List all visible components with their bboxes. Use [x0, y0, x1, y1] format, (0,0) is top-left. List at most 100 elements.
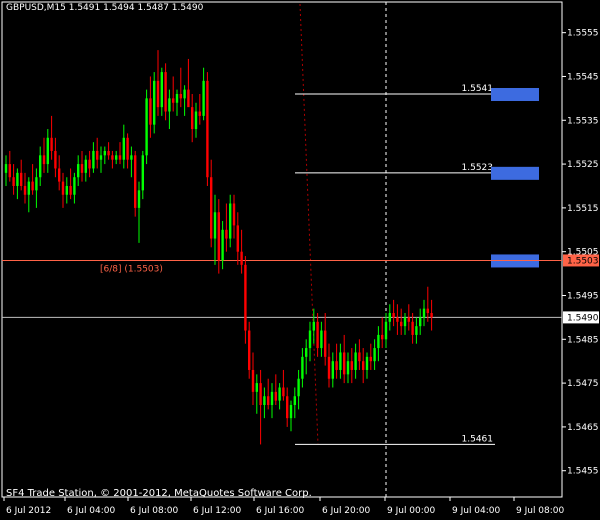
candle-body [8, 164, 11, 178]
candle-body [20, 172, 23, 186]
candle-body [396, 317, 399, 322]
x-tick-label: 9 Jul 04:00 [452, 506, 501, 516]
candle-body [50, 137, 53, 151]
candle-body [419, 317, 422, 327]
candle-body [164, 72, 167, 112]
y-tick-label: 1.5525 [567, 160, 599, 170]
candle-body [305, 348, 308, 357]
y-tick-label: 1.5545 [567, 72, 599, 82]
candle-body [111, 155, 114, 160]
candle-body [141, 155, 144, 191]
candle-body [388, 313, 391, 322]
candle-body [73, 177, 76, 195]
candle-body [137, 190, 141, 208]
candle-body [229, 203, 232, 239]
candle-body [263, 396, 266, 406]
y-tick-label: 1.5465 [567, 423, 599, 433]
candle-body [39, 155, 42, 178]
candle-body [259, 383, 262, 406]
candle-body [267, 396, 270, 406]
y-tick-label: 1.5515 [567, 204, 599, 214]
candle-body [172, 98, 175, 103]
candle-body [232, 203, 236, 226]
price-chart[interactable]: 1.5541 1.5523 1.5461 [6/8] (1.5503) 1.5555 1… [0, 0, 600, 520]
candle-body [31, 181, 34, 191]
candle-body [80, 164, 84, 173]
candle-body [289, 405, 293, 419]
candle-body [301, 356, 304, 379]
candle-body [206, 80, 209, 178]
candle-body [403, 317, 407, 327]
candle-body [221, 229, 224, 261]
candle-body [422, 308, 426, 318]
candle-body [27, 181, 30, 195]
candle-body [88, 159, 91, 169]
candle-body [58, 168, 61, 182]
candle-body [335, 361, 338, 370]
candle-body [240, 251, 243, 265]
candle-body [244, 264, 247, 331]
y-tick-label: 1.5495 [567, 291, 599, 301]
candle-body [134, 155, 137, 208]
candle-body [270, 391, 274, 406]
candle-body [160, 72, 163, 108]
candle-body [286, 396, 289, 419]
candle-body [153, 80, 156, 125]
candle-body [384, 321, 388, 340]
candle-body [236, 225, 239, 252]
level-label: 1.5541 [462, 84, 494, 94]
candle-body [130, 155, 133, 160]
candle-body [282, 387, 285, 397]
candle-body [122, 137, 125, 160]
candle-body [42, 155, 46, 165]
candle-body [411, 321, 414, 335]
candle-body [430, 313, 433, 318]
candle-body [183, 89, 186, 99]
x-tick-label: 9 Jul 00:00 [387, 506, 436, 516]
x-tick-label: 6 Jul 20:00 [322, 506, 371, 516]
candle-body [365, 356, 369, 370]
candle-body [16, 172, 19, 186]
candle-body [12, 177, 15, 186]
candle-body [194, 111, 198, 130]
candle-body [426, 308, 429, 314]
candle-body [274, 391, 277, 401]
candle-body [84, 159, 87, 173]
y-tick-label: 1.5485 [567, 335, 599, 345]
candle-body [69, 185, 72, 195]
candle-body [145, 98, 148, 156]
candle-body [312, 321, 315, 331]
candle-body [400, 321, 403, 327]
candle-body [217, 212, 220, 261]
candle-body [149, 98, 152, 125]
candle-body [92, 150, 95, 169]
candle-body [99, 155, 103, 160]
candle-body [373, 348, 376, 362]
candle-body [248, 330, 251, 370]
murrey-level-label: [6/8] (1.5503) [100, 264, 163, 274]
y-tick-label: 1.5475 [567, 379, 599, 389]
candle-body [187, 89, 190, 108]
candle-body [324, 330, 327, 357]
candle-body [415, 326, 418, 335]
candle-body [23, 185, 27, 195]
candle-body [362, 361, 365, 370]
x-tick-label: 6 Jul 04:00 [67, 506, 116, 516]
candle-body [331, 361, 334, 379]
candle-body [198, 111, 201, 116]
candle-body [156, 80, 160, 108]
chart-window[interactable]: 1.5541 1.5523 1.5461 [6/8] (1.5503) 1.5555 1… [0, 0, 600, 520]
candle-body [96, 150, 99, 160]
candle-body [126, 137, 129, 160]
candle-body [103, 150, 106, 156]
level-label: 1.5523 [462, 163, 494, 173]
level-label: 1.5461 [462, 434, 494, 444]
candle-body [225, 229, 228, 239]
x-tick-label: 6 Jul 12:00 [193, 506, 242, 516]
candle-body [107, 150, 110, 156]
x-tick-label: 9 Jul 08:00 [516, 506, 565, 516]
candle-body [61, 181, 65, 195]
candle-body [297, 378, 300, 397]
y-tick-label: 1.5535 [567, 116, 599, 126]
zone-box [491, 166, 539, 180]
